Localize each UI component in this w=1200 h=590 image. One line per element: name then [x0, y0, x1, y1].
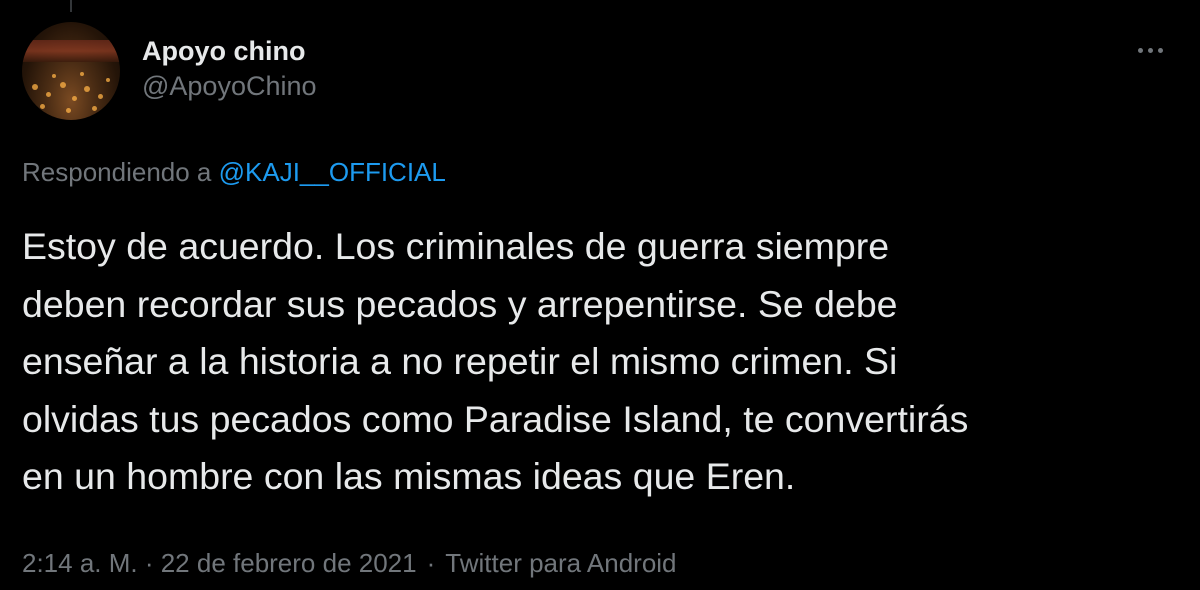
meta-separator: ·: [426, 548, 436, 578]
thread-connector-line: [70, 0, 72, 12]
replying-to-mention-link[interactable]: @KAJI__OFFICIAL: [219, 157, 446, 187]
tweet-source-link[interactable]: Twitter para Android: [445, 548, 676, 578]
avatar[interactable]: [22, 22, 120, 120]
author-handle[interactable]: @ApoyoChino: [142, 68, 317, 104]
more-options-button[interactable]: [1130, 36, 1170, 64]
replying-to-label: Respondiendo a: [22, 157, 212, 187]
author-names: Apoyo chino @ApoyoChino: [142, 34, 317, 104]
replying-to: Respondiendo a @KAJI__OFFICIAL: [22, 156, 446, 188]
more-horizontal-icon: [1137, 47, 1163, 53]
tweet-body-text: Estoy de acuerdo. Los criminales de guer…: [22, 225, 969, 497]
tweet-metadata: 2:14 a. M. · 22 de febrero de 2021 · Twitt…: [22, 546, 677, 580]
author-display-name[interactable]: Apoyo chino: [142, 34, 317, 68]
tweet-card: Apoyo chino @ApoyoChino Respondiendo a @…: [0, 0, 1200, 590]
tweet-timestamp-link[interactable]: 2:14 a. M. · 22 de febrero de 2021: [22, 548, 417, 578]
